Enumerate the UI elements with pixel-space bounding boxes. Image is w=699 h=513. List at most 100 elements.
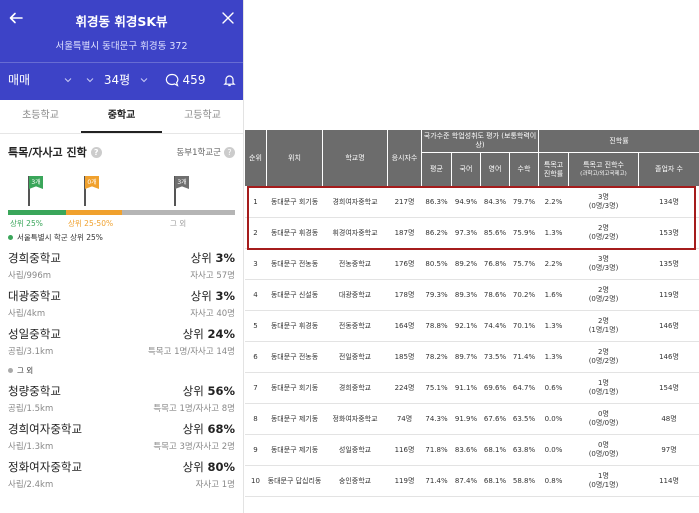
back-arrow-icon[interactable] xyxy=(8,10,24,26)
rank-bar xyxy=(8,210,235,215)
cell-korean: 83.6% xyxy=(451,434,481,466)
district-text: 동부1학교군 xyxy=(176,148,221,158)
cell-applicants: 176명 xyxy=(387,248,422,280)
school-detail: 특목고 3명/자사고 2명 xyxy=(153,442,235,452)
cell-location: 동대문구 제기동 xyxy=(266,434,323,466)
cell-applicants: 178명 xyxy=(387,279,422,311)
cell-applicants: 187명 xyxy=(387,217,422,249)
header-special-count-label: 특목고 진학수 xyxy=(583,160,624,169)
cell-avg: 71.4% xyxy=(421,465,452,497)
school-item[interactable]: 경희여자중학교 상위 68% 사립/1.3km 특목고 3명/자사고 2명 xyxy=(0,416,243,454)
school-item[interactable]: 정화여자중학교 상위 80% 사립/2.4km 자사고 1명 xyxy=(0,454,243,492)
cell-applicants: 74명 xyxy=(387,403,422,435)
cell-location: 동대문구 휘경동 xyxy=(266,310,323,342)
tab-middle[interactable]: 중학교 xyxy=(81,100,162,133)
table-row[interactable]: 3 동대문구 전농동 전농중학교 176명 80.5% 89.2% 76.8% 75.7% 2.… xyxy=(244,248,699,280)
header-national-group: 국가수준 학업성취도 평가 (보통학력이상) xyxy=(421,129,539,153)
rank-prefix: 상위 xyxy=(190,251,216,265)
cell-english: 74.4% xyxy=(480,310,510,342)
special-count-breakdown: (0명/0명) xyxy=(588,450,619,458)
cell-rank: 4 xyxy=(244,279,267,311)
special-count-breakdown: (1명/1명) xyxy=(588,326,619,334)
notification-button[interactable] xyxy=(216,73,243,87)
school-item[interactable]: 청량중학교 상위 56% 공립/1.5km 특목고 1명/자사고 8명 xyxy=(0,378,243,416)
cell-math: 71.4% xyxy=(509,341,539,373)
cell-graduates: 48명 xyxy=(638,403,699,435)
app-header: 휘경동 휘경SK뷰 서울특별시 동대문구 휘경동 372 매매 34평 459 xyxy=(0,0,243,100)
school-item[interactable]: 성일중학교 상위 24% 공립/3.1km 특목고 1명/자사고 14명 xyxy=(0,321,243,359)
tab-elementary[interactable]: 초등학교 xyxy=(0,100,81,133)
cell-location: 동대문구 답십리동 xyxy=(266,465,323,497)
cell-graduates: 135명 xyxy=(638,248,699,280)
green-flag-count: 3개 xyxy=(29,176,43,189)
table-row[interactable]: 4 동대문구 신설동 대광중학교 178명 79.3% 89.3% 78.6% 70.2% 1.… xyxy=(244,279,699,311)
school-detail: 자사고 40명 xyxy=(190,309,235,319)
orange-flag-count: 0개 xyxy=(85,176,99,189)
cell-school: 휘경여자중학교 xyxy=(322,217,388,249)
talk-button[interactable]: 459 xyxy=(154,73,216,87)
cell-graduates: 154명 xyxy=(638,372,699,404)
special-count-total: 0명 xyxy=(598,410,609,418)
cell-english: 68.1% xyxy=(480,465,510,497)
close-icon[interactable] xyxy=(221,11,235,25)
deal-type-select[interactable]: 매매 xyxy=(0,71,80,88)
cell-avg: 71.8% xyxy=(421,434,452,466)
cell-english: 67.6% xyxy=(480,403,510,435)
cell-school: 정화여자중학교 xyxy=(322,403,388,435)
cell-special-count: 1명 (0명/1명) xyxy=(568,465,639,497)
help-icon[interactable]: ? xyxy=(90,146,102,158)
cell-applicants: 119명 xyxy=(387,465,422,497)
school-name: 경희여자중학교 xyxy=(8,422,83,436)
cell-english: 78.6% xyxy=(480,279,510,311)
header-graduates: 졸업자 수 xyxy=(637,152,699,187)
rank-value: 3% xyxy=(215,251,235,265)
cell-special-count: 1명 (0명/1명) xyxy=(568,372,639,404)
cell-special-count: 2명 (0명/2명) xyxy=(568,341,639,373)
school-level-tabs: 초등학교 중학교 고등학교 xyxy=(0,100,243,134)
green-flag-icon: 3개 xyxy=(28,176,43,208)
cell-rank: 5 xyxy=(244,310,267,342)
cell-korean: 92.1% xyxy=(451,310,481,342)
header-special-count-sub: (과학고/외고국제고) xyxy=(580,170,627,177)
school-item[interactable]: 경희중학교 상위 3% 사립/996m 자사고 57명 xyxy=(0,245,243,283)
cell-math: 75.7% xyxy=(509,248,539,280)
cell-school: 전농중학교 xyxy=(322,248,388,280)
cell-korean: 91.9% xyxy=(451,403,481,435)
bar-segment-other xyxy=(122,210,235,215)
cell-school: 숭인중학교 xyxy=(322,465,388,497)
table-row[interactable]: 2 동대문구 휘경동 휘경여자중학교 187명 86.2% 97.3% 85.6% 75.9%… xyxy=(244,217,699,249)
cell-english: 84.3% xyxy=(480,186,510,218)
table-row[interactable]: 1 동대문구 회기동 경희여자중학교 217명 86.3% 94.9% 84.3% 79.7%… xyxy=(244,186,699,218)
table-row[interactable]: 6 동대문구 전농동 전일중학교 185명 78.2% 89.7% 73.5% 71.4% 1.… xyxy=(244,341,699,373)
special-count-total: 0명 xyxy=(598,441,609,449)
table-row[interactable]: 5 동대문구 휘경동 전동중학교 164명 78.8% 92.1% 74.4% 70.1% 1.… xyxy=(244,310,699,342)
tab-high[interactable]: 고등학교 xyxy=(162,100,243,133)
rank-prefix: 상위 xyxy=(182,422,208,436)
header-math: 수학 xyxy=(509,152,539,187)
district-label[interactable]: 동부1학교군 ? xyxy=(176,146,235,158)
school-rank: 상위 3% xyxy=(191,288,235,304)
table-row[interactable]: 8 동대문구 제기동 정화여자중학교 74명 74.3% 91.9% 67.6% 63.5% 0… xyxy=(244,403,699,435)
table-row[interactable]: 9 동대문구 제기동 성일중학교 116명 71.8% 83.6% 68.1% 63.8% 0.… xyxy=(244,434,699,466)
cell-school: 경희중학교 xyxy=(322,372,388,404)
cell-math: 79.7% xyxy=(509,186,539,218)
school-name: 경희중학교 xyxy=(8,251,61,265)
cell-special-count: 2명 (0명/2명) xyxy=(568,279,639,311)
bar-segment-top25 xyxy=(8,210,66,215)
help-icon[interactable]: ? xyxy=(224,146,235,158)
table-row[interactable]: 7 동대문구 회기동 경희중학교 224명 75.1% 91.1% 69.6% 64.7% 0.… xyxy=(244,372,699,404)
header-english: 영어 xyxy=(480,152,510,187)
cell-math: 64.7% xyxy=(509,372,539,404)
talk-count: 459 xyxy=(182,72,206,87)
school-info: 사립/1.3km xyxy=(8,442,54,452)
cell-location: 동대문구 전농동 xyxy=(266,341,323,373)
size-select[interactable]: 34평 xyxy=(80,71,154,88)
page-title: 휘경동 휘경SK뷰 xyxy=(75,13,168,29)
table-row[interactable]: 10 동대문구 답십리동 숭인중학교 119명 71.4% 87.4% 68.1% 58.8%… xyxy=(244,465,699,497)
cell-math: 58.8% xyxy=(509,465,539,497)
orange-flag-icon: 0개 xyxy=(84,176,99,208)
cell-avg: 86.3% xyxy=(421,186,452,218)
school-detail: 특목고 1명/자사고 8명 xyxy=(153,404,235,414)
school-item[interactable]: 대광중학교 상위 3% 사립/4km 자사고 40명 xyxy=(0,283,243,321)
cell-avg: 74.3% xyxy=(421,403,452,435)
